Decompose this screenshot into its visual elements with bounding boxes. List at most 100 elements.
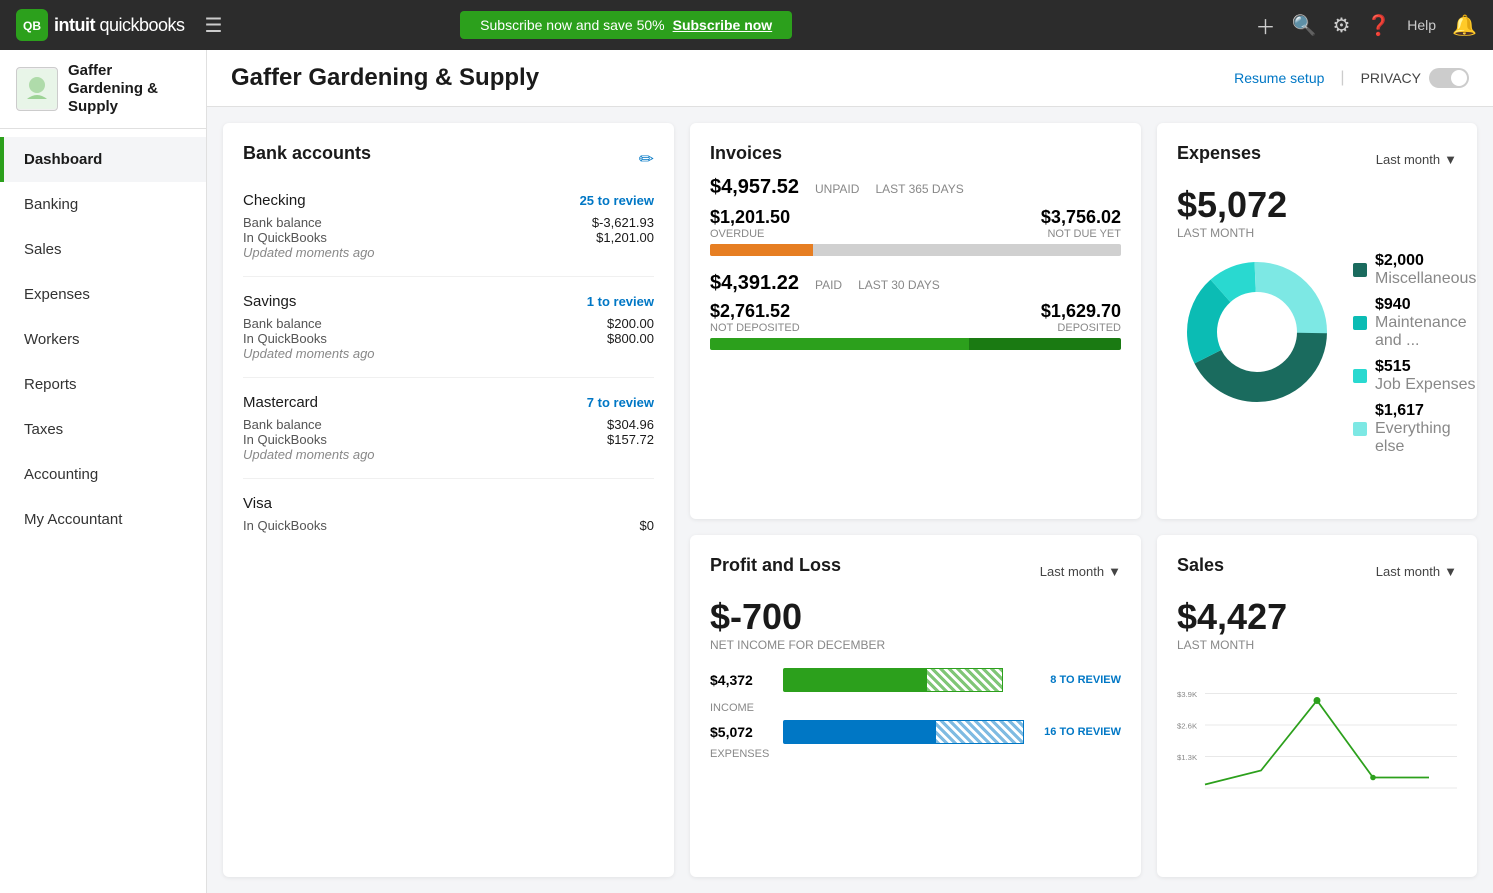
svg-text:$3.9K: $3.9K <box>1177 690 1198 699</box>
logo-text: intuit quickbooks <box>54 15 185 36</box>
search-icon[interactable]: 🔍 <box>1292 13 1317 38</box>
income-review[interactable]: 8 TO REVIEW <box>1050 674 1121 686</box>
sidebar-item-my-accountant[interactable]: My Accountant <box>0 497 206 542</box>
invoices-title: Invoices <box>710 143 1121 164</box>
sidebar-item-taxes[interactable]: Taxes <box>0 407 206 452</box>
subscribe-button[interactable]: Subscribe now <box>673 17 773 33</box>
svg-text:QB: QB <box>23 19 41 33</box>
savings-name: Savings <box>243 293 296 310</box>
sidebar-item-expenses[interactable]: Expenses <box>0 272 206 317</box>
legend-dot-2 <box>1353 316 1367 330</box>
privacy-switch[interactable] <box>1429 68 1469 88</box>
expenses-title: Expenses <box>1177 143 1261 164</box>
sidebar-item-accounting[interactable]: Accounting <box>0 452 206 497</box>
header-actions: Resume setup | PRIVACY <box>1234 68 1469 88</box>
plus-icon[interactable]: ＋ <box>1256 11 1276 40</box>
not-deposited-label: NOT DEPOSITED <box>710 322 800 334</box>
edit-icon[interactable]: ✏ <box>639 149 654 170</box>
legend-text-2: $940 Maintenance and ... <box>1375 296 1476 350</box>
unpaid-progress-bar <box>710 244 1121 256</box>
profit-loss-title: Profit and Loss <box>710 555 841 576</box>
unpaid-label: UNPAID <box>815 182 859 196</box>
help-circle-icon[interactable]: ❓ <box>1366 13 1391 38</box>
profit-loss-amount: $-700 <box>710 596 1121 638</box>
hamburger-icon[interactable]: ☰ <box>205 13 223 38</box>
deposited-amount: $1,629.70 <box>1041 301 1121 322</box>
legend-item-4: $1,617 Everything else <box>1353 402 1476 456</box>
resume-setup-link[interactable]: Resume setup <box>1234 70 1324 86</box>
savings-qb-label: In QuickBooks <box>243 331 327 346</box>
savings-bank-balance-label: Bank balance <box>243 316 322 331</box>
sidebar-nav: Dashboard Banking Sales Expenses Workers… <box>0 129 206 893</box>
not-deposited-bar <box>710 338 969 350</box>
legend-desc-3: Job Expenses <box>1375 376 1476 393</box>
sales-chart: $3.9K $2.6K $1.3K <box>1177 664 1457 814</box>
page-title: Gaffer Gardening & Supply <box>231 64 1234 92</box>
sidebar-item-sales[interactable]: Sales <box>0 227 206 272</box>
legend-desc-2: Maintenance and ... <box>1375 314 1467 349</box>
income-label: INCOME <box>710 702 1121 714</box>
sales-title: Sales <box>1177 555 1224 576</box>
paid-label: PAID <box>815 278 842 292</box>
mastercard-qb-balance: $157.72 <box>607 432 654 447</box>
profit-loss-filter-label: Last month <box>1040 564 1104 579</box>
filter-chevron-icon: ▼ <box>1444 152 1457 167</box>
sales-filter-label: Last month <box>1376 564 1440 579</box>
checking-review-link[interactable]: 25 to review <box>580 193 654 208</box>
deposited-label: DEPOSITED <box>1041 322 1121 334</box>
invoices-card: Invoices $4,957.52 UNPAID LAST 365 DAYS … <box>690 123 1141 519</box>
not-due-label: NOT DUE YET <box>1041 228 1121 240</box>
gear-icon[interactable]: ⚙ <box>1332 13 1350 38</box>
savings-review-link[interactable]: 1 to review <box>587 294 654 309</box>
topnav: QB intuit quickbooks ☰ Subscribe now and… <box>0 0 1493 50</box>
sales-card: Sales Last month ▼ $4,427 LAST MONTH <box>1157 535 1477 877</box>
checking-bank-balance-label: Bank balance <box>243 215 322 230</box>
income-bar-solid <box>783 668 926 692</box>
notification-icon[interactable]: 🔔 <box>1452 13 1477 38</box>
visa-account: Visa In QuickBooks $0 <box>243 495 654 549</box>
expenses-filter[interactable]: Last month ▼ <box>1376 152 1457 167</box>
checking-account: Checking 25 to review Bank balance $-3,6… <box>243 192 654 277</box>
mastercard-updated: Updated moments ago <box>243 447 375 462</box>
sidebar-item-reports[interactable]: Reports <box>0 362 206 407</box>
expenses-card: Expenses Last month ▼ $5,072 LAST MONTH <box>1157 123 1477 519</box>
income-bar-hatch <box>926 668 1004 692</box>
deposited-bar <box>969 338 1121 350</box>
sales-filter-chevron-icon: ▼ <box>1444 564 1457 579</box>
profit-loss-filter[interactable]: Last month ▼ <box>1040 564 1121 579</box>
company-logo <box>16 67 58 111</box>
legend-desc-1: Miscellaneous <box>1375 270 1476 287</box>
logo-icon: QB <box>16 9 48 41</box>
legend-text-1: $2,000 Miscellaneous <box>1375 252 1476 288</box>
bank-accounts-title: Bank accounts <box>243 143 371 164</box>
sidebar-item-dashboard[interactable]: Dashboard <box>0 137 206 182</box>
mastercard-review-link[interactable]: 7 to review <box>587 395 654 410</box>
content-area: Gaffer Gardening & Supply Resume setup |… <box>207 50 1493 893</box>
expenses-review[interactable]: 16 TO REVIEW <box>1044 726 1121 738</box>
overdue-bar <box>710 244 813 256</box>
not-deposited-amount: $2,761.52 <box>710 301 800 322</box>
topnav-right: ＋ 🔍 ⚙ ❓ Help 🔔 <box>1256 11 1477 40</box>
main-layout: Gaffer Gardening & Supply Dashboard Bank… <box>0 50 1493 893</box>
overdue-amount: $1,201.50 <box>710 207 790 228</box>
sidebar-item-banking[interactable]: Banking <box>0 182 206 227</box>
dashboard-grid: Invoices $4,957.52 UNPAID LAST 365 DAYS … <box>207 107 1493 893</box>
bank-card-header: Bank accounts ✏ <box>243 143 654 176</box>
expenses-bar-hatch <box>935 720 1024 744</box>
legend-item-3: $515 Job Expenses <box>1353 358 1476 394</box>
help-button[interactable]: Help <box>1407 17 1436 33</box>
sales-filter[interactable]: Last month ▼ <box>1376 564 1457 579</box>
company-name: Gaffer Gardening & Supply <box>68 62 190 116</box>
checking-bank-balance: $-3,621.93 <box>592 215 654 230</box>
expenses-total: $5,072 <box>1177 184 1457 226</box>
legend-desc-4: Everything else <box>1375 420 1451 455</box>
sales-line-chart: $3.9K $2.6K $1.3K <box>1177 664 1457 814</box>
donut-chart <box>1177 252 1337 412</box>
legend-amount-3: $515 <box>1375 358 1411 375</box>
checking-qb-label: In QuickBooks <box>243 230 327 245</box>
checking-name: Checking <box>243 192 306 209</box>
unpaid-amount: $4,957.52 <box>710 176 799 199</box>
legend-dot-4 <box>1353 422 1367 436</box>
expenses-bar-solid <box>783 720 935 744</box>
sidebar-item-workers[interactable]: Workers <box>0 317 206 362</box>
